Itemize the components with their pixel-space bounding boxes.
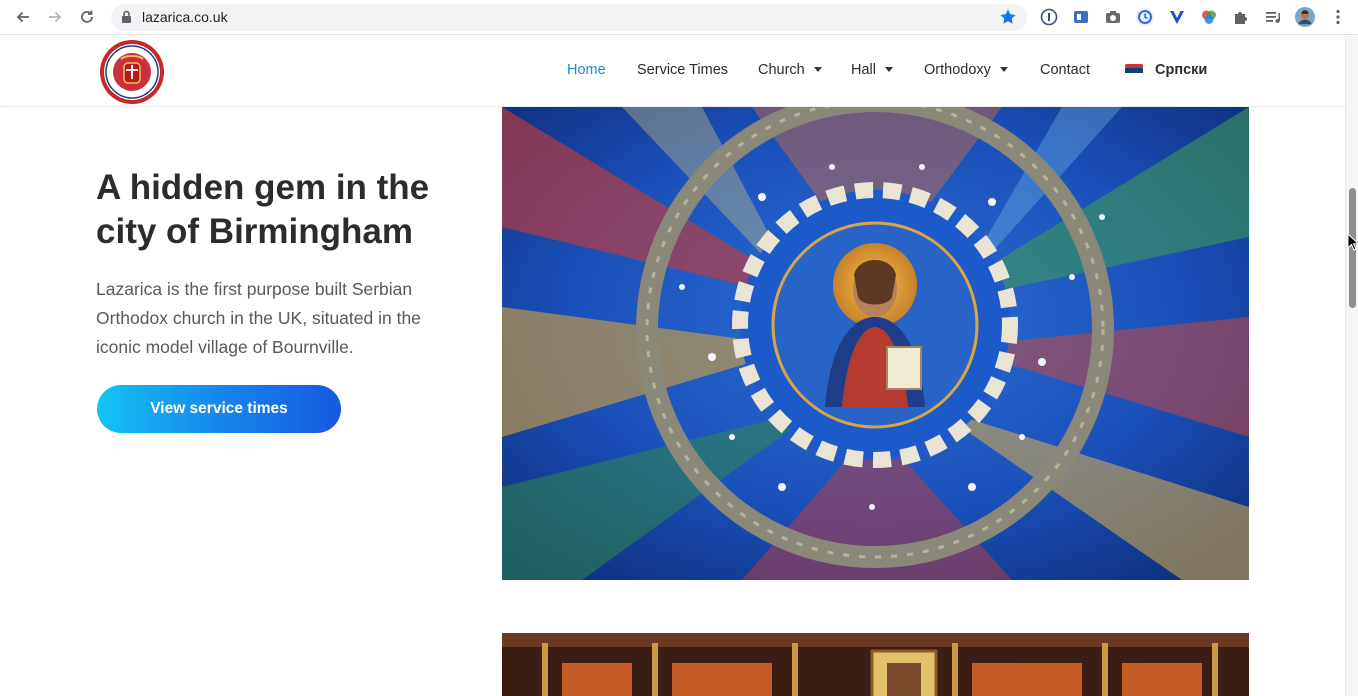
chevron-down-icon <box>999 66 1008 72</box>
back-arrow-icon[interactable] <box>12 6 34 28</box>
address-bar[interactable]: lazarica.co.uk <box>111 4 1027 31</box>
nav-hall-label: Hall <box>851 62 876 78</box>
nav-contact[interactable]: Contact <box>1040 62 1090 78</box>
language-label: Српски <box>1155 62 1208 78</box>
view-service-times-button[interactable]: View service times <box>97 385 341 433</box>
color-wheel-icon[interactable] <box>1199 7 1219 27</box>
nav-orthodoxy[interactable]: Orthodoxy <box>924 62 1008 78</box>
nav-hall[interactable]: Hall <box>851 62 893 78</box>
reader-icon[interactable] <box>1071 7 1091 27</box>
url-text: lazarica.co.uk <box>142 9 228 25</box>
language-switcher[interactable]: Српски <box>1125 62 1207 78</box>
nav-church-label: Church <box>758 62 805 78</box>
church-logo[interactable] <box>99 39 165 105</box>
page-viewport: Home Service Times Church Hall Orthodoxy… <box>0 36 1345 696</box>
nav-home[interactable]: Home <box>567 62 606 78</box>
hero-description: Lazarica is the first purpose built Serb… <box>96 279 421 357</box>
forward-arrow-icon[interactable] <box>44 6 66 28</box>
playlist-icon[interactable] <box>1263 7 1283 27</box>
1password-icon[interactable] <box>1039 7 1059 27</box>
site-header: Home Service Times Church Hall Orthodoxy… <box>0 36 1345 107</box>
chevron-down-icon <box>884 66 893 72</box>
serbian-flag-icon <box>1125 64 1143 77</box>
lock-icon <box>121 10 132 29</box>
profile-avatar[interactable] <box>1295 7 1315 27</box>
reload-icon[interactable] <box>76 6 98 28</box>
more-vert-icon[interactable] <box>1328 7 1348 27</box>
hero-title: A hidden gem in the city of Birmingham <box>96 168 430 251</box>
puzzle-icon[interactable] <box>1231 7 1251 27</box>
clock-extension-icon[interactable] <box>1135 7 1155 27</box>
page-scrollbar[interactable] <box>1345 36 1358 696</box>
v-extension-icon[interactable] <box>1167 7 1187 27</box>
nav-orthodoxy-label: Orthodoxy <box>924 62 991 78</box>
browser-toolbar: lazarica.co.uk <box>0 0 1358 35</box>
nav-church[interactable]: Church <box>758 62 822 78</box>
mouse-cursor-icon <box>1347 232 1358 256</box>
chevron-down-icon <box>813 66 822 72</box>
dome-fresco-image <box>502 107 1249 580</box>
nav-service-times[interactable]: Service Times <box>637 62 728 78</box>
camera-icon[interactable] <box>1103 7 1123 27</box>
iconostasis-image <box>502 633 1249 696</box>
bookmark-star-icon[interactable] <box>999 8 1017 31</box>
